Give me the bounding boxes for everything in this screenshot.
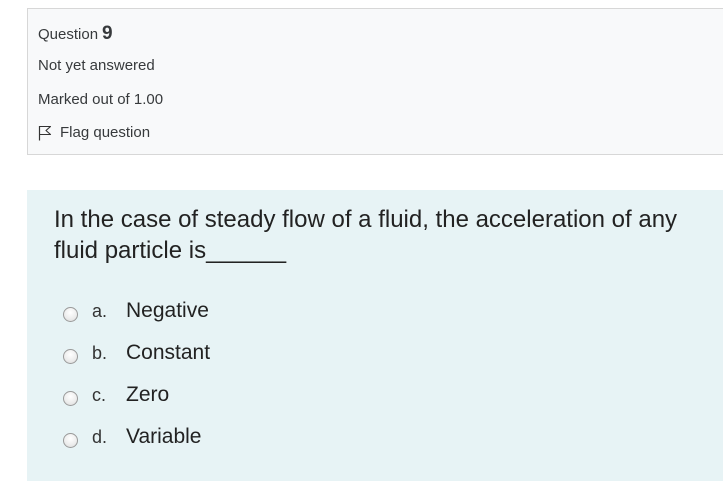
flag-question-button[interactable]: Flag question — [38, 124, 150, 141]
flag-icon — [38, 125, 52, 141]
answer-option-d[interactable]: d. Variable — [63, 423, 463, 451]
question-header: Question 9 — [38, 23, 113, 45]
question-label: Question — [38, 26, 99, 43]
answer-text: Variable — [126, 425, 202, 448]
answer-option-c[interactable]: c. Zero — [63, 381, 463, 409]
answer-text: Zero — [126, 383, 170, 406]
question-text: In the case of steady flow of a fluid, t… — [54, 206, 678, 264]
quiz-page: Question 9 Not yet answered Marked out of… — [0, 0, 723, 499]
answer-option-b[interactable]: b. Constant — [63, 339, 463, 367]
flag-question-label: Flag question — [60, 124, 151, 141]
answer-letter: a. — [92, 300, 108, 321]
question-number: 9 — [102, 23, 113, 44]
radio-icon[interactable] — [63, 348, 78, 364]
question-info-panel: Question 9 Not yet answered Marked out of… — [27, 8, 723, 155]
answer-letter: d. — [92, 426, 108, 447]
answer-letter: c. — [92, 384, 107, 405]
question-content: In the case of steady flow of a fluid, t… — [27, 190, 723, 481]
answer-letter: b. — [92, 342, 108, 363]
radio-icon[interactable] — [63, 432, 78, 448]
question-grade: Marked out of 1.00 — [38, 91, 164, 108]
question-state: Not yet answered — [38, 57, 155, 74]
answer-text: Constant — [126, 341, 211, 364]
radio-icon[interactable] — [63, 306, 78, 322]
answer-option-a[interactable]: a. Negative — [63, 297, 463, 325]
radio-icon[interactable] — [63, 390, 78, 406]
answer-text: Negative — [126, 299, 209, 322]
